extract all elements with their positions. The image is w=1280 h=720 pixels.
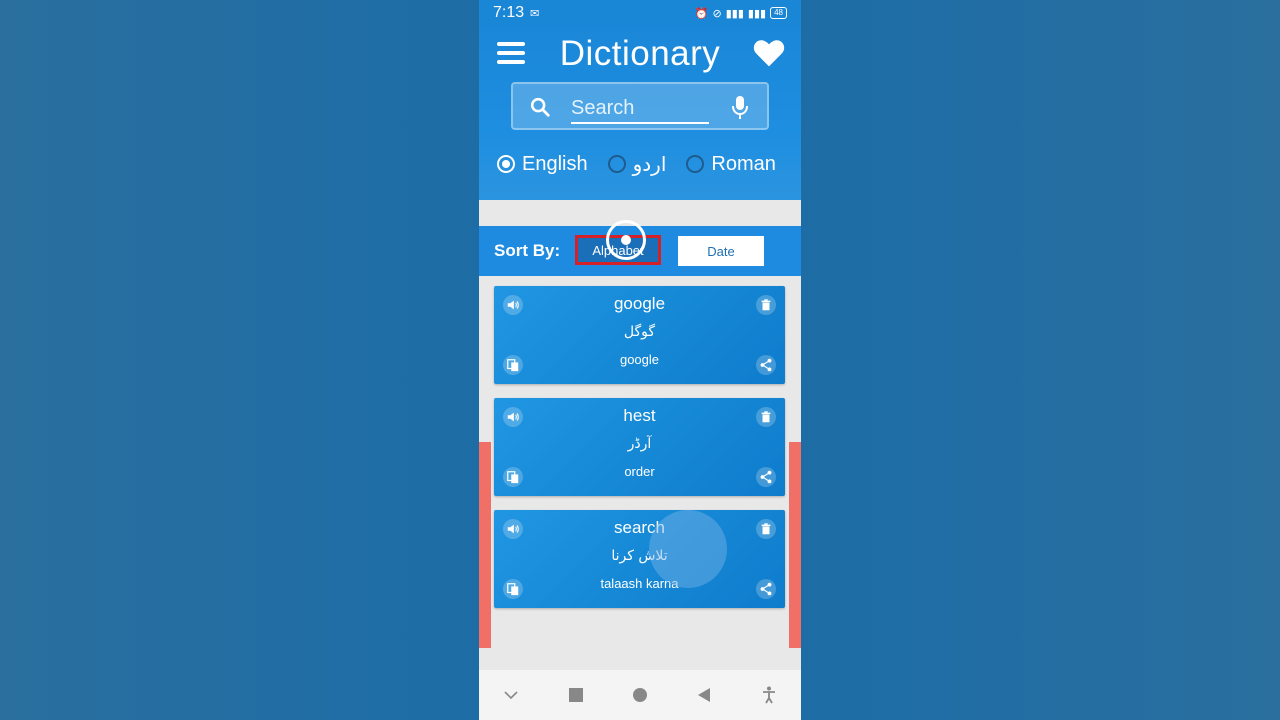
chevron-down-icon[interactable] bbox=[501, 685, 521, 705]
share-icon[interactable] bbox=[756, 467, 776, 487]
signal-icon: ▮▮▮ bbox=[725, 7, 744, 20]
card-urdu: گوگل bbox=[623, 324, 656, 340]
word-card[interactable]: hest آرڈر order bbox=[494, 398, 785, 496]
radio-label-urdu: اردو bbox=[632, 152, 667, 176]
touch-indicator bbox=[649, 510, 727, 588]
radio-checked-icon[interactable] bbox=[497, 155, 515, 173]
copy-icon[interactable] bbox=[503, 355, 523, 375]
radio-english[interactable]: English bbox=[497, 153, 588, 176]
speaker-icon[interactable] bbox=[503, 295, 523, 315]
back-icon[interactable] bbox=[694, 685, 714, 705]
recents-icon[interactable] bbox=[566, 685, 586, 705]
mail-icon: ✉ bbox=[530, 7, 540, 20]
copy-icon[interactable] bbox=[503, 579, 523, 599]
spacer-band bbox=[479, 200, 801, 226]
card-roman: order bbox=[624, 464, 655, 479]
delete-icon[interactable] bbox=[756, 295, 776, 315]
system-nav-bar bbox=[479, 670, 801, 720]
card-roman: talaash karna bbox=[600, 576, 679, 591]
alarm-icon: ⏰ bbox=[694, 7, 709, 20]
search-icon[interactable] bbox=[529, 96, 551, 118]
accessibility-icon[interactable] bbox=[759, 685, 779, 705]
card-word: google bbox=[613, 294, 666, 313]
radio-label-english: English bbox=[522, 152, 588, 175]
card-urdu: تلاش کرنا bbox=[611, 548, 668, 564]
search-input[interactable] bbox=[571, 94, 709, 124]
share-icon[interactable] bbox=[756, 579, 776, 599]
status-bar: 7:13 ✉ ⏰ ⊘ ▮▮▮ ▮▮▮ 48 bbox=[479, 0, 801, 26]
radio-roman[interactable]: Roman bbox=[686, 152, 776, 176]
radio-label-roman: Roman bbox=[711, 152, 776, 175]
home-icon[interactable] bbox=[630, 685, 650, 705]
card-urdu: آرڈر bbox=[627, 436, 652, 452]
status-time: 7:13 bbox=[493, 4, 525, 21]
radio-unchecked-icon[interactable] bbox=[686, 155, 705, 173]
touch-indicator bbox=[606, 220, 646, 260]
swipe-indicator-right bbox=[789, 442, 801, 648]
speaker-icon[interactable] bbox=[503, 407, 523, 427]
sort-label: Sort By: bbox=[494, 241, 561, 260]
delete-icon[interactable] bbox=[756, 407, 776, 427]
swipe-indicator-left bbox=[479, 442, 491, 648]
radio-urdu[interactable]: اردو bbox=[607, 152, 667, 176]
copy-icon[interactable] bbox=[503, 467, 523, 487]
speaker-icon[interactable] bbox=[503, 519, 523, 539]
phone-screen: 7:13 ✉ ⏰ ⊘ ▮▮▮ ▮▮▮ 48 Dictionary Search … bbox=[479, 0, 801, 720]
card-roman: google bbox=[619, 352, 660, 367]
signal-icon-2: ▮▮▮ bbox=[747, 7, 767, 20]
word-card[interactable]: search تلاش کرنا talaash karna bbox=[494, 510, 785, 608]
card-word: hest bbox=[623, 406, 656, 425]
app-header: Dictionary English اردو bbox=[479, 26, 801, 200]
radio-unchecked-icon[interactable] bbox=[607, 155, 626, 173]
delete-icon[interactable] bbox=[756, 519, 776, 539]
word-list: google گوگل google hest آرڈر order searc… bbox=[479, 276, 801, 670]
sort-bar: Sort By: Alphabet Date bbox=[479, 220, 801, 276]
heart-icon[interactable] bbox=[753, 38, 785, 68]
battery-icon: 48 bbox=[770, 7, 787, 19]
word-card[interactable]: google گوگل google bbox=[494, 286, 785, 384]
search-box bbox=[511, 82, 769, 130]
share-icon[interactable] bbox=[756, 355, 776, 375]
language-selector: English اردو Roman bbox=[497, 152, 789, 176]
mic-icon[interactable] bbox=[731, 95, 749, 121]
sort-date-button[interactable]: Date bbox=[678, 236, 764, 266]
card-word: search bbox=[613, 518, 666, 537]
dnd-icon: ⊘ bbox=[712, 7, 722, 20]
